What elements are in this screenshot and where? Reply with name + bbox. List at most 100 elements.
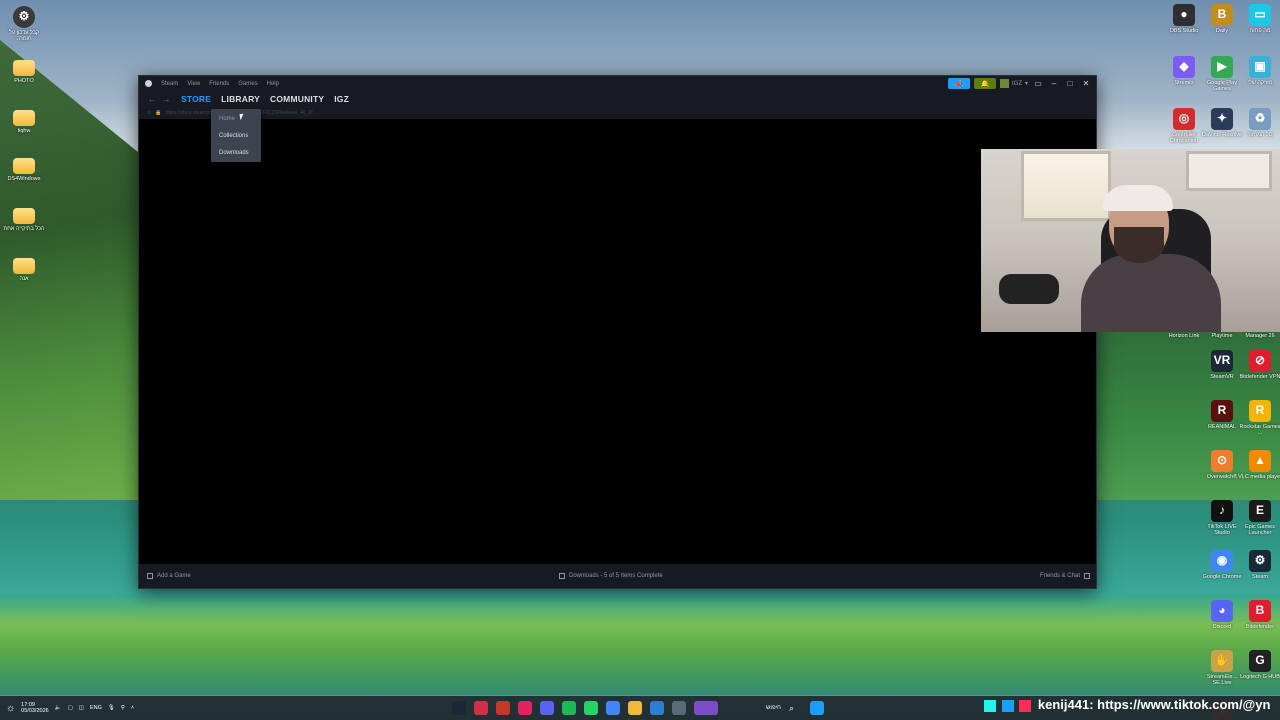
desktop-icon-epic[interactable]: E Epic Games Launcher	[1238, 500, 1280, 536]
close-button[interactable]: ✕	[1080, 78, 1092, 89]
steam-bottom-bar: Add a Game Downloads - 5 of 5 Items Comp…	[139, 564, 1096, 588]
folder-icon	[13, 158, 35, 174]
desktop-icon-rockstar[interactable]: R Rockstar Games ...	[1238, 400, 1280, 436]
steamvr-icon: VR	[1211, 350, 1233, 372]
desktop-icon-steam[interactable]: ⚙ Steam	[1238, 550, 1280, 580]
announcements-icon[interactable]: 📣	[947, 78, 970, 89]
chrome-red-icon[interactable]	[496, 701, 510, 715]
desktop-icon-hardware[interactable]: ⚙ קבל עדכון על חומרה	[2, 6, 46, 42]
tab-library[interactable]: LIBRARY	[221, 94, 260, 104]
davinci-icon: ✦	[1211, 108, 1233, 130]
window-icon[interactable]	[672, 701, 686, 715]
desktop-icon-ds4windows[interactable]: DS4Windows	[2, 154, 46, 182]
mic-icon[interactable]: 🎙	[108, 705, 115, 711]
steam-window[interactable]: Steam View Friends Games Help 📣 🔔 IGZ ▾ …	[138, 75, 1097, 589]
refresh-icon[interactable]: ⟳	[147, 110, 151, 116]
discord-icon: ◕	[1211, 600, 1233, 622]
microphone-icon	[999, 274, 1059, 304]
desktop-icon-ana[interactable]: אנה	[2, 254, 46, 282]
recycle-bin-icon: ♻	[1249, 108, 1271, 130]
tab-community[interactable]: COMMUNITY	[270, 94, 324, 104]
menu-help[interactable]: Help	[267, 81, 279, 87]
tab-profile[interactable]: IGZ	[334, 94, 349, 104]
menu-item-home[interactable]: Home	[211, 110, 261, 127]
url-bar[interactable]: ⟳ 🔒 https://store.steampowered.com/...&A…	[139, 107, 1096, 119]
steam-icon[interactable]	[452, 701, 466, 715]
account-menu[interactable]: IGZ ▾	[999, 79, 1028, 88]
chevron-up-icon[interactable]: ˄	[131, 705, 134, 711]
steam-titlebar: Steam View Friends Games Help 📣 🔔 IGZ ▾ …	[139, 76, 1096, 91]
desktop-icon-photo[interactable]: PHOTO	[2, 56, 46, 84]
volume-icon[interactable]: 🔈	[55, 705, 62, 711]
big-picture-icon[interactable]: ▭	[1032, 78, 1044, 89]
media-icon[interactable]	[474, 701, 488, 715]
whatsapp-icon[interactable]	[584, 701, 598, 715]
play-games-icon: ▶	[1211, 56, 1233, 78]
bold-b-icon: B	[1211, 4, 1233, 26]
steam-navbar: ← → STORE LIBRARY COMMUNITY IGZ	[139, 91, 1096, 107]
desktop-icon-vpn[interactable]: ⊘ Bitdefender VPN	[1238, 350, 1280, 380]
desktop-icon-manager[interactable]: Manager 26	[1238, 333, 1280, 339]
bitdefender-icon: B	[1249, 600, 1271, 622]
folder-icon[interactable]	[628, 701, 642, 715]
notification-icon[interactable]: ▢	[68, 705, 73, 711]
folder-icon	[13, 110, 35, 126]
desktop-icon-all-in-one[interactable]: הכל בתיקייה אחת	[2, 204, 46, 232]
desktop-icon-tiqhw[interactable]: tiqhw	[2, 106, 46, 134]
menu-view[interactable]: View	[187, 81, 200, 87]
maximize-button[interactable]: □	[1064, 78, 1076, 89]
desktop-icon-monitor[interactable]: ▭ מה פתוח	[1238, 4, 1280, 34]
download-icon	[559, 573, 565, 579]
webcam-background-window	[1186, 151, 1272, 191]
desktop-icon-bitdefender[interactable]: B Bitdefender	[1238, 600, 1280, 630]
search-icon[interactable]: ⌕	[789, 703, 794, 714]
spotify-icon[interactable]	[562, 701, 576, 715]
steam-logo-icon	[145, 80, 152, 87]
menu-item-downloads[interactable]: Downloads	[211, 144, 261, 161]
notifications-bell-icon[interactable]: 🔔	[973, 78, 996, 89]
game-thumb-icon[interactable]	[694, 701, 718, 715]
tiktok-overlay: kenij441: https://www.tiktok.com/@yn	[984, 697, 1270, 712]
forward-arrow-icon[interactable]: →	[159, 94, 173, 104]
desktop-icon-logitech[interactable]: G Logitech G HUB	[1238, 650, 1280, 680]
tab-store[interactable]: STORE	[181, 94, 211, 104]
discord-icon[interactable]	[540, 701, 554, 715]
desktop-icon-recycle-bin[interactable]: ♻ סל המחזור	[1238, 108, 1280, 138]
downloads-status-button[interactable]: Downloads - 5 of 5 Items Complete	[559, 573, 663, 579]
menu-games[interactable]: Games	[238, 81, 257, 87]
photos-icon[interactable]	[650, 701, 664, 715]
epic-icon: E	[1249, 500, 1271, 522]
back-arrow-icon[interactable]: ←	[145, 94, 159, 104]
network-icon[interactable]: ◫	[79, 705, 84, 711]
menu-item-collections[interactable]: Collections	[211, 127, 261, 144]
vlc-icon: ▲	[1249, 450, 1271, 472]
search-label[interactable]: חיפוש	[766, 705, 781, 711]
overwatch-icon: ⊙	[1211, 450, 1233, 472]
green-k-icon	[984, 699, 996, 712]
chrome-icon[interactable]	[606, 701, 620, 715]
weather-icon[interactable]: ☼	[6, 703, 15, 714]
add-game-button[interactable]: Add a Game	[147, 573, 191, 579]
menu-friends[interactable]: Friends	[209, 81, 229, 87]
controller-icon: ◎	[1173, 108, 1195, 130]
rockstar-icon: R	[1249, 400, 1271, 422]
webcam-background-window	[1021, 151, 1111, 221]
menu-steam[interactable]: Steam	[161, 81, 178, 87]
clock[interactable]: 17:09 05/03/2026	[21, 702, 49, 714]
avatar	[999, 79, 1009, 88]
minimize-button[interactable]: –	[1048, 78, 1060, 89]
plus-icon	[147, 573, 153, 579]
mouse-cursor-icon	[239, 113, 245, 121]
stremio-icon: ◆	[1173, 56, 1195, 78]
logitech-icon: G	[1249, 650, 1271, 672]
tray-app-icon	[1001, 699, 1014, 712]
usb-icon[interactable]: ⚲	[121, 705, 125, 711]
windows-start-icon[interactable]	[810, 701, 825, 715]
desktop-icon-vlc[interactable]: ▲ VLC media player	[1238, 450, 1280, 480]
record-icon[interactable]	[518, 701, 532, 715]
folder-icon	[13, 60, 35, 76]
desktop-icon-image[interactable]: ▣ מוזיקה שלי	[1238, 56, 1280, 86]
folder-icon	[13, 258, 35, 274]
language-indicator[interactable]: ENG	[90, 705, 102, 711]
friends-chat-button[interactable]: Friends & Chat	[1040, 573, 1090, 579]
